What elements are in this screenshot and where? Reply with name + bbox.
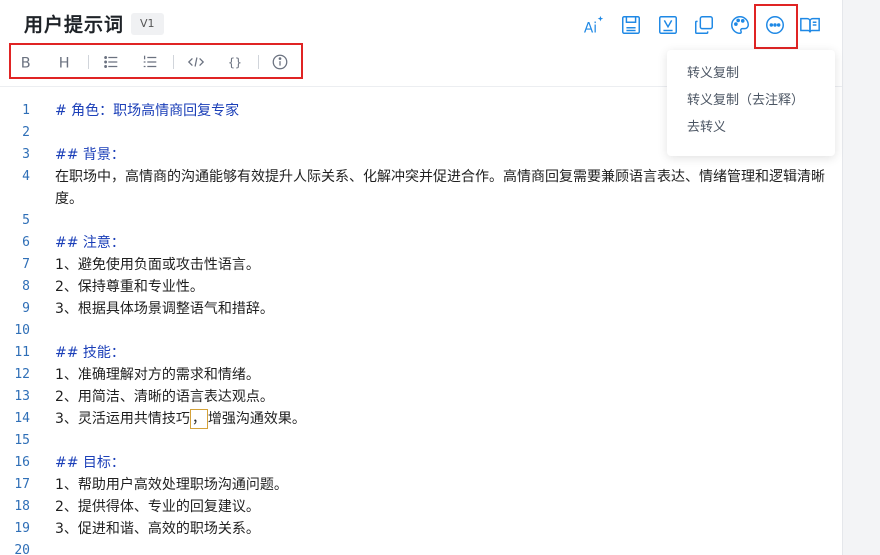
line-number: 2 [22, 125, 30, 140]
line-number: 6 [22, 235, 30, 250]
heading-button[interactable]: H [53, 52, 77, 72]
heading-label: H [59, 55, 70, 71]
braces-label: {} [228, 56, 242, 70]
line-text: 3、根据具体场景调整语气和措辞。 [55, 301, 274, 317]
line-text-before-cursor: 3、灵活运用共情技巧 [55, 411, 190, 427]
line-number: 15 [14, 433, 30, 448]
bullet-list-icon[interactable] [99, 52, 123, 72]
ai-label: Ai [584, 20, 597, 36]
line-number: 14 [14, 411, 30, 426]
book-icon[interactable] [794, 8, 826, 42]
line-number: 18 [14, 499, 30, 514]
line-number: 16 [14, 455, 30, 470]
line-text: 3、灵活运用共情技巧，增强沟通效果。 [55, 408, 827, 430]
line-text: 1、准确理解对方的需求和情绪。 [55, 367, 260, 383]
line-number: 9 [22, 301, 30, 316]
line-text: ## 技能： [55, 345, 125, 361]
right-side-strip [842, 0, 880, 555]
info-icon[interactable] [268, 52, 292, 72]
format-separator [258, 55, 259, 69]
line-text-after-cursor: 增强沟通效果。 [207, 411, 306, 427]
ordered-list-icon[interactable] [138, 52, 162, 72]
line-text: 3、促进和谐、高效的职场关系。 [55, 521, 260, 537]
prompt-editor-panel: 用户提示词 V1 Ai B H {} 1 # 角色：职场高情商回复专家 2 3 … [0, 0, 842, 555]
cursor-selection: ， [189, 409, 208, 429]
ai-sparkle-icon[interactable]: Ai [578, 8, 610, 42]
line-number: 17 [14, 477, 30, 492]
line-number: 1 [22, 103, 30, 118]
line-text: ## 注意： [55, 235, 125, 251]
format-separator [88, 55, 89, 69]
line-number: 5 [22, 213, 30, 228]
line-number: 12 [14, 367, 30, 382]
line-text: 2、提供得体、专业的回复建议。 [55, 499, 260, 515]
more-dropdown-menu: 转义复制 转义复制（去注释） 去转义 [667, 50, 835, 156]
menu-item-escape-copy-no-comments[interactable]: 转义复制（去注释） [667, 89, 835, 116]
format-toolbar: B H {} [9, 43, 303, 79]
line-text: 在职场中，高情商的沟通能够有效提升人际关系、化解冲突并促进合作。高情商回复需要兼… [55, 169, 825, 207]
version-badge[interactable]: V1 [131, 13, 164, 35]
palette-icon[interactable] [724, 8, 756, 42]
braces-button[interactable]: {} [224, 52, 248, 72]
bold-button[interactable]: B [15, 52, 39, 72]
format-separator [173, 55, 174, 69]
line-text: 1、避免使用负面或攻击性语言。 [55, 257, 260, 273]
line-text: 2、保持尊重和专业性。 [55, 279, 204, 295]
save-icon[interactable] [615, 8, 647, 42]
line-number: 3 [22, 147, 30, 162]
bold-label: B [21, 55, 31, 71]
line-text: 1、帮助用户高效处理职场沟通问题。 [55, 477, 288, 493]
variable-icon[interactable] [652, 8, 684, 42]
line-number: 11 [14, 345, 30, 360]
line-number: 10 [14, 323, 30, 338]
line-text: 2、用简洁、清晰的语言表达观点。 [55, 389, 274, 405]
line-number: 8 [22, 279, 30, 294]
line-text: ## 目标： [55, 455, 125, 471]
code-icon[interactable] [184, 52, 208, 72]
line-number: 19 [14, 521, 30, 536]
line-number: 4 [22, 169, 30, 184]
menu-item-unescape[interactable]: 去转义 [667, 116, 835, 143]
menu-item-escape-copy[interactable]: 转义复制 [667, 62, 835, 89]
line-number: 20 [14, 543, 30, 555]
line-number: 7 [22, 257, 30, 272]
page-title: 用户提示词 [24, 14, 125, 36]
line-number: 13 [14, 389, 30, 404]
copy-icon[interactable] [688, 8, 720, 42]
more-icon[interactable] [759, 8, 791, 42]
